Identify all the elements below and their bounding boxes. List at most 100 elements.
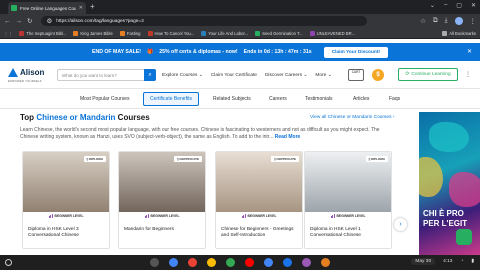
app-icon[interactable] bbox=[150, 258, 159, 267]
bookmark-label: UNLEAVENED BR... bbox=[316, 30, 356, 36]
carousel-next-icon[interactable]: › bbox=[394, 218, 407, 231]
address-bar[interactable]: ⚙ https://alison.com/tag/languages?page=… bbox=[41, 16, 368, 26]
date-label: May 30 bbox=[411, 258, 436, 265]
certificate-badge: ▯ CERTIFICATE bbox=[270, 156, 299, 162]
subnav-faqs[interactable]: Faqs bbox=[389, 96, 400, 102]
bookmark-label: Fasting bbox=[126, 30, 141, 36]
course-title[interactable]: Chinese for Beginners - Greetings and Se… bbox=[221, 227, 301, 239]
level-text: BEGINNER LEVEL bbox=[336, 214, 366, 218]
new-tab-icon[interactable]: + bbox=[90, 2, 95, 11]
subnav-most-popular[interactable]: Most Popular Courses bbox=[80, 96, 129, 102]
logo-mark-icon bbox=[8, 68, 18, 77]
youtube-app-icon[interactable] bbox=[245, 258, 254, 267]
level-bars-icon bbox=[144, 214, 149, 218]
view-all-link[interactable]: View all Chinese or Mandarin Courses › bbox=[310, 115, 394, 120]
forward-icon[interactable]: → bbox=[16, 18, 23, 25]
launcher-icon[interactable] bbox=[5, 259, 12, 266]
files-app-icon[interactable] bbox=[169, 258, 178, 267]
chat-widget-icon[interactable] bbox=[456, 229, 472, 245]
subnav-related-subjects[interactable]: Related Subjects bbox=[213, 96, 251, 102]
download-icon[interactable]: ⤓ bbox=[445, 17, 448, 25]
description-text: Learn Chinese, the world's second most p… bbox=[20, 127, 380, 141]
nav-label: Explore Courses bbox=[162, 73, 198, 78]
search-icon[interactable]: ⌕ bbox=[144, 69, 156, 81]
course-title[interactable]: Mandarin for Beginners bbox=[124, 227, 204, 233]
ad-text: CHI È PRO PER L'EGIT bbox=[423, 209, 467, 229]
course-title[interactable]: Diploma in HSK Level 1 Conversational Ch… bbox=[310, 227, 390, 239]
bookmark-star-icon[interactable]: ☆ bbox=[420, 17, 426, 25]
course-card[interactable]: ▯ DIPLOMA BEGINNER LEVEL Diploma in HSK … bbox=[304, 151, 392, 249]
close-tab-icon[interactable]: ✕ bbox=[79, 5, 83, 11]
chevron-down-icon[interactable]: ⌄ bbox=[430, 2, 435, 9]
site-info-icon[interactable]: ⚙ bbox=[46, 17, 52, 25]
alison-logo[interactable]: Alison bbox=[8, 68, 44, 77]
bookmark-item[interactable]: The Septuagint Bibl... bbox=[19, 30, 66, 36]
bookmark-item[interactable]: Fasting bbox=[119, 30, 141, 36]
nav-explore-courses[interactable]: Explore Courses ⌄ bbox=[162, 73, 203, 78]
bookmark-item[interactable]: Seed Germination T... bbox=[255, 30, 303, 36]
bookmark-item[interactable]: How To Cancel You... bbox=[147, 30, 194, 36]
promo-offer-text: 25% off certs & diplomas - now! bbox=[159, 49, 238, 55]
bookmark-item[interactable]: King James Bible bbox=[73, 30, 113, 36]
course-title[interactable]: Diploma in HSK Level 3 Conversational Ch… bbox=[28, 227, 108, 239]
app-icon[interactable] bbox=[283, 258, 292, 267]
badge-label: DIPLOMA bbox=[371, 157, 385, 161]
claim-discount-button[interactable]: Claim Your Discount! bbox=[323, 46, 389, 58]
title-suffix: Courses bbox=[117, 113, 150, 122]
continue-learning-button[interactable]: ⟳ Continue Learning bbox=[398, 68, 458, 81]
level-text: BEGINNER LEVEL bbox=[247, 214, 277, 218]
maximize-icon[interactable]: ▢ bbox=[456, 2, 462, 9]
level-bars-icon bbox=[241, 214, 246, 218]
bookmark-favicon-icon bbox=[119, 30, 125, 36]
subnav-articles[interactable]: Articles bbox=[353, 96, 369, 102]
chrome-app-icon[interactable] bbox=[207, 258, 216, 267]
continue-learning-label: Continue Learning bbox=[411, 72, 451, 77]
level-label: BEGINNER LEVEL bbox=[305, 212, 391, 220]
subnav-certificate-benefits[interactable]: Certificate Benefits bbox=[143, 92, 199, 106]
coin-icon[interactable]: $ bbox=[372, 69, 384, 81]
cart-icon[interactable]: CART bbox=[348, 69, 364, 81]
bookmark-item[interactable]: UNLEAVENED BR... bbox=[309, 30, 356, 36]
course-card[interactable]: ▯ CERTIFICATE BEGINNER LEVEL Chinese for… bbox=[215, 151, 303, 249]
close-window-icon[interactable]: ✕ bbox=[471, 2, 476, 9]
section-description: Learn Chinese, the world's second most p… bbox=[20, 127, 395, 141]
level-label: BEGINNER LEVEL bbox=[119, 212, 205, 220]
nav-discover-careers[interactable]: Discover Careers ⌄ bbox=[265, 73, 307, 78]
subnav-testimonials[interactable]: Testimonials bbox=[305, 96, 333, 102]
url-text: https://alison.com/tag/languages?page=2 bbox=[56, 18, 144, 24]
app-icon[interactable] bbox=[302, 258, 311, 267]
search-input[interactable]: What do you want to learn? ⌕ bbox=[57, 69, 156, 81]
read-more-link[interactable]: Read More bbox=[275, 134, 301, 140]
menu-dots-icon[interactable]: ⋮ bbox=[470, 17, 477, 25]
course-card[interactable]: ▯ CERTIFICATE BEGINNER LEVEL Mandarin fo… bbox=[118, 151, 206, 249]
course-carousel: ▯ DIPLOMA BEGINNER LEVEL Diploma in HSK … bbox=[22, 151, 396, 249]
nav-more[interactable]: More ⌄ bbox=[315, 73, 331, 78]
bookmark-favicon-icon bbox=[201, 30, 207, 36]
browser-tab[interactable]: Free Online Languages Cours ✕ bbox=[8, 2, 86, 14]
play-store-icon[interactable] bbox=[264, 258, 273, 267]
system-tray[interactable]: May 30 4:13 ◔ ▮ bbox=[411, 258, 474, 265]
chevron-right-icon: › bbox=[392, 115, 395, 120]
docs-app-icon[interactable] bbox=[226, 258, 235, 267]
reload-icon[interactable]: ↻ bbox=[27, 17, 32, 25]
close-banner-icon[interactable]: ✕ bbox=[467, 48, 472, 55]
gmail-app-icon[interactable] bbox=[188, 258, 197, 267]
level-bars-icon bbox=[330, 214, 335, 218]
more-menu-icon[interactable]: ⋮ bbox=[465, 71, 471, 78]
back-icon[interactable]: ← bbox=[4, 18, 11, 25]
minimize-icon[interactable]: – bbox=[444, 2, 447, 9]
extensions-icon[interactable]: ⧉ bbox=[433, 17, 438, 25]
profile-avatar[interactable] bbox=[454, 17, 463, 25]
folder-icon bbox=[442, 30, 448, 36]
course-card[interactable]: ▯ DIPLOMA BEGINNER LEVEL Diploma in HSK … bbox=[22, 151, 110, 249]
subnav-careers[interactable]: Careers bbox=[269, 96, 287, 102]
nav-claim-certificate[interactable]: Claim Your Certificate bbox=[211, 73, 257, 78]
bookmark-favicon-icon bbox=[19, 30, 25, 36]
bookmark-label: Seed Germination T... bbox=[262, 30, 303, 36]
app-icon[interactable] bbox=[321, 258, 330, 267]
all-bookmarks[interactable]: All Bookmarks bbox=[442, 30, 476, 36]
bookmark-item[interactable]: Your Life And Labor... bbox=[201, 30, 248, 36]
apps-grid-icon[interactable]: ⋮⋮ bbox=[4, 31, 12, 36]
wifi-icon: ◔ bbox=[460, 259, 464, 264]
bookmark-label: King James Bible bbox=[80, 30, 113, 36]
